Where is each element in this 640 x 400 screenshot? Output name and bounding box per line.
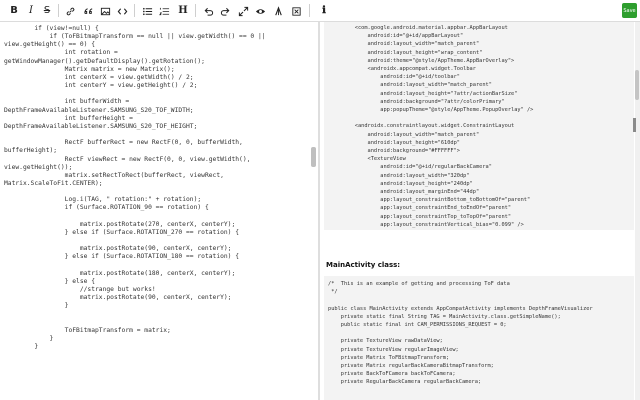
unordered-list-button[interactable] [139,3,155,19]
link-icon [66,7,74,15]
editor-code[interactable]: if (view!=null) { if (ToFBitmapTransform… [4,25,304,351]
code-icon [117,7,127,15]
ordered-list-button[interactable] [156,3,172,19]
toolbar-separator [58,4,59,17]
image-button[interactable] [97,3,113,19]
expand-icon [238,6,248,16]
preview-scrollbar-thumb[interactable] [635,70,639,100]
italic-button[interactable]: I [23,3,39,19]
undo-icon [204,7,213,16]
editor-toolbar: B I S H ℹ Save [0,0,640,22]
preview-pane: <com.google.android.material.appbar.AppB… [320,22,640,400]
columns-icon [274,5,282,15]
undo-button[interactable] [200,3,216,19]
ordered-list-icon [158,7,169,15]
strikethrough-button[interactable]: S [39,3,55,19]
image-icon [100,7,110,15]
fullscreen-button[interactable] [288,3,304,19]
code-button[interactable] [114,3,130,19]
bold-button[interactable]: B [6,3,22,19]
toolbar-separator [195,4,196,17]
preview-button[interactable] [252,3,268,19]
java-code-block: /* This is an example of getting and pro… [324,276,634,400]
redo-button[interactable] [217,3,233,19]
preview-scrollbar[interactable] [635,22,640,400]
save-button[interactable]: Save [622,3,637,18]
unordered-list-icon [142,7,152,15]
scroll-marker [633,118,636,132]
xml-code-block: <com.google.android.material.appbar.AppB… [324,22,634,230]
toolbar-separator [309,4,310,17]
section-title: MainActivity class: [326,261,401,269]
java-code: /* This is an example of getting and pro… [328,281,593,386]
link-button[interactable] [62,3,78,19]
toolbar-separator [134,4,135,17]
redo-icon [220,7,229,16]
heading-button[interactable]: H [175,3,191,19]
expand-button[interactable] [235,3,251,19]
info-button[interactable]: ℹ [316,3,332,19]
markdown-editor[interactable]: if (view!=null) { if (ToFBitmapTransform… [0,22,318,400]
eye-icon [255,8,265,14]
fullscreen-icon [291,6,301,16]
editor-scrollbar[interactable] [311,147,316,167]
xml-code: <com.google.android.material.appbar.AppB… [354,25,534,228]
side-by-side-button[interactable] [270,3,286,19]
quote-icon [83,7,92,14]
quote-button[interactable] [80,3,96,19]
